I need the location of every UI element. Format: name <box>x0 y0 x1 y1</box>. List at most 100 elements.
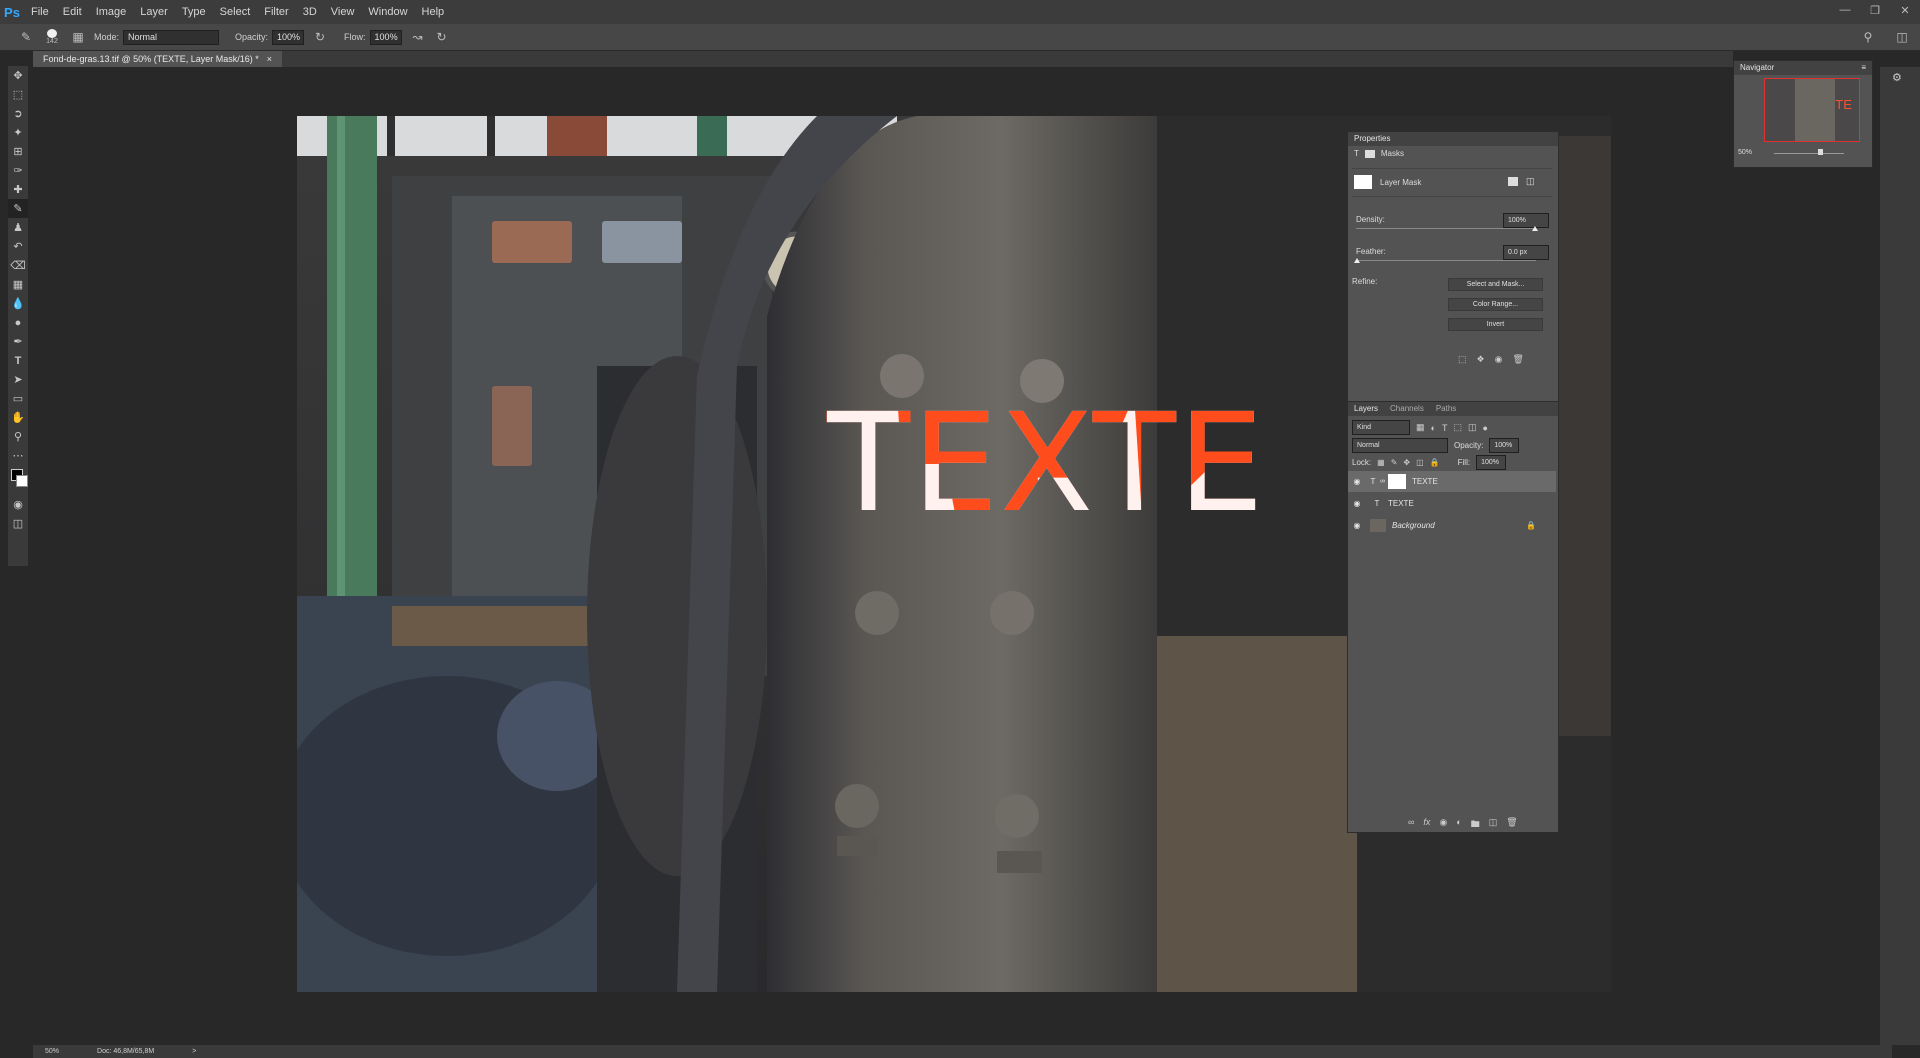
opacity-field[interactable]: 100% <box>272 29 305 45</box>
gradient-tool-icon[interactable]: ▦ <box>8 275 28 294</box>
menu-filter[interactable]: Filter <box>257 0 295 24</box>
menu-view[interactable]: View <box>324 0 362 24</box>
move-tool-icon[interactable]: ✥ <box>8 66 28 85</box>
mask-icon[interactable] <box>1364 149 1375 158</box>
restore-button[interactable]: ❐ <box>1860 0 1890 20</box>
add-mask-icon[interactable]: ◉ <box>1439 817 1447 833</box>
new-layer-icon[interactable]: ◫ <box>1489 817 1498 833</box>
hand-tool-icon[interactable]: ✋ <box>8 408 28 427</box>
close-window-button[interactable]: ✕ <box>1890 0 1920 20</box>
quick-mask-icon[interactable]: ◉ <box>8 495 28 514</box>
apply-mask-icon[interactable]: ❖ <box>1477 354 1485 365</box>
workspace-icon[interactable]: ◫ <box>1894 29 1910 45</box>
eye-icon[interactable]: ◉ <box>1348 499 1366 508</box>
shape-tool-icon[interactable]: ▭ <box>8 389 28 408</box>
path-select-tool-icon[interactable]: ➤ <box>8 370 28 389</box>
layer-name[interactable]: TEXTE <box>1412 477 1438 486</box>
color-range-button[interactable]: Color Range... <box>1448 298 1543 311</box>
menu-select[interactable]: Select <box>213 0 258 24</box>
screen-mode-icon[interactable]: ◫ <box>8 514 28 533</box>
menu-type[interactable]: Type <box>175 0 213 24</box>
color-swatches[interactable] <box>8 465 28 495</box>
visibility-icon[interactable]: ◉ <box>1495 354 1503 365</box>
menu-layer[interactable]: Layer <box>133 0 175 24</box>
density-slider[interactable] <box>1356 228 1536 229</box>
document-tab[interactable]: Fond-de-gras.13.tif @ 50% (TEXTE, Layer … <box>33 51 282 67</box>
density-slider-thumb[interactable] <box>1532 226 1538 231</box>
menu-3d[interactable]: 3D <box>296 0 324 24</box>
more-tools-icon[interactable]: ⋯ <box>8 446 28 465</box>
blur-tool-icon[interactable]: 💧 <box>8 294 28 313</box>
eraser-tool-icon[interactable]: ⌫ <box>8 256 28 275</box>
brush-tool-icon[interactable]: ✎ <box>8 199 28 218</box>
dodge-tool-icon[interactable]: ● <box>8 313 28 332</box>
navigator-zoom-thumb[interactable] <box>1818 149 1823 155</box>
filter-shape-icon[interactable]: ⬚ <box>1453 422 1462 433</box>
layer-name[interactable]: Background <box>1392 521 1435 530</box>
brush-panel-toggle-icon[interactable]: ▦ <box>70 29 86 45</box>
mode-select[interactable]: Normal <box>123 29 220 45</box>
adjustment-layer-icon[interactable]: ◐ <box>1456 817 1461 833</box>
feather-slider-thumb[interactable] <box>1354 258 1360 263</box>
blend-mode-select[interactable]: Normal <box>1352 438 1448 453</box>
tab-layers[interactable]: Layers <box>1354 402 1378 416</box>
navigator-preview[interactable]: TEXTE <box>1764 78 1860 142</box>
lock-transparent-icon[interactable]: ▦ <box>1377 458 1385 467</box>
status-menu-arrow[interactable]: > <box>192 1048 196 1055</box>
eye-icon[interactable]: ◉ <box>1348 521 1366 530</box>
type-layer-icon[interactable]: T <box>1354 149 1359 158</box>
background-color-swatch[interactable] <box>16 475 28 487</box>
menu-file[interactable]: File <box>24 0 56 24</box>
layer-filter-kind-select[interactable]: Kind <box>1352 420 1410 435</box>
link-icon[interactable]: ∞ <box>1380 478 1388 485</box>
eyedropper-tool-icon[interactable]: ✑ <box>8 161 28 180</box>
layer-name[interactable]: TEXTE <box>1388 499 1414 508</box>
feather-slider[interactable] <box>1356 260 1536 261</box>
delete-mask-icon[interactable]: 🗑 <box>1512 354 1523 365</box>
menu-edit[interactable]: Edit <box>56 0 89 24</box>
density-field[interactable]: 100% <box>1503 213 1549 228</box>
filter-smart-icon[interactable]: ◫ <box>1468 422 1477 433</box>
layer-row-background[interactable]: ◉ Background 🔒 <box>1348 515 1556 536</box>
fill-field[interactable]: 100% <box>1476 455 1507 470</box>
menu-image[interactable]: Image <box>89 0 134 24</box>
menu-help[interactable]: Help <box>415 0 452 24</box>
brush-tool-icon[interactable]: ✎ <box>18 29 34 45</box>
tab-channels[interactable]: Channels <box>1390 402 1424 416</box>
lock-artboard-icon[interactable]: ◫ <box>1416 458 1424 467</box>
airbrush-icon[interactable]: ↝ <box>410 29 426 45</box>
pressure-size-icon[interactable]: ↻ <box>434 29 450 45</box>
layer-row-texte-masked[interactable]: ◉ T ∞ TEXTE <box>1348 471 1556 492</box>
brush-preset-picker[interactable]: 142 <box>42 29 62 45</box>
stamp-tool-icon[interactable]: ♟ <box>8 218 28 237</box>
lock-all-icon[interactable]: 🔒 <box>1430 458 1440 467</box>
crop-tool-icon[interactable]: ⊞ <box>8 142 28 161</box>
properties-dock-icon[interactable]: ⚙ <box>1892 71 1902 84</box>
type-tool-icon[interactable]: T <box>8 351 28 370</box>
select-and-mask-button[interactable]: Select and Mask... <box>1448 278 1543 291</box>
flow-field[interactable]: 100% <box>369 29 402 45</box>
lock-position-icon[interactable]: ✥ <box>1403 458 1410 467</box>
feather-field[interactable]: 0.0 px <box>1503 245 1549 260</box>
zoom-level[interactable]: 50% <box>45 1048 59 1055</box>
load-selection-icon[interactable]: ⬚ <box>1458 354 1467 365</box>
menu-window[interactable]: Window <box>361 0 414 24</box>
pen-tool-icon[interactable]: ✒ <box>8 332 28 351</box>
layer-mask-thumbnail[interactable] <box>1388 474 1406 489</box>
fx-icon[interactable]: fx <box>1423 817 1430 833</box>
lasso-tool-icon[interactable]: ➲ <box>8 104 28 123</box>
quick-select-tool-icon[interactable]: ✦ <box>8 123 28 142</box>
invert-button[interactable]: Invert <box>1448 318 1543 331</box>
lock-pixels-icon[interactable]: ✎ <box>1391 458 1398 467</box>
new-group-icon[interactable]: 🖿 <box>1471 817 1480 833</box>
link-layers-icon[interactable]: ∞ <box>1408 817 1414 833</box>
vector-mask-icon[interactable]: ◫ <box>1526 176 1535 187</box>
layer-row-texte[interactable]: ◉ T TEXTE <box>1348 493 1556 514</box>
navigator-zoom-slider[interactable] <box>1774 153 1844 154</box>
navigator-zoom-value[interactable]: 50% <box>1738 149 1752 156</box>
delete-layer-icon[interactable]: 🗑 <box>1506 817 1517 833</box>
zoom-tool-icon[interactable]: ⚲ <box>8 427 28 446</box>
pixel-mask-icon[interactable] <box>1508 177 1518 186</box>
eye-icon[interactable]: ◉ <box>1348 477 1366 486</box>
history-brush-tool-icon[interactable]: ↶ <box>8 237 28 256</box>
